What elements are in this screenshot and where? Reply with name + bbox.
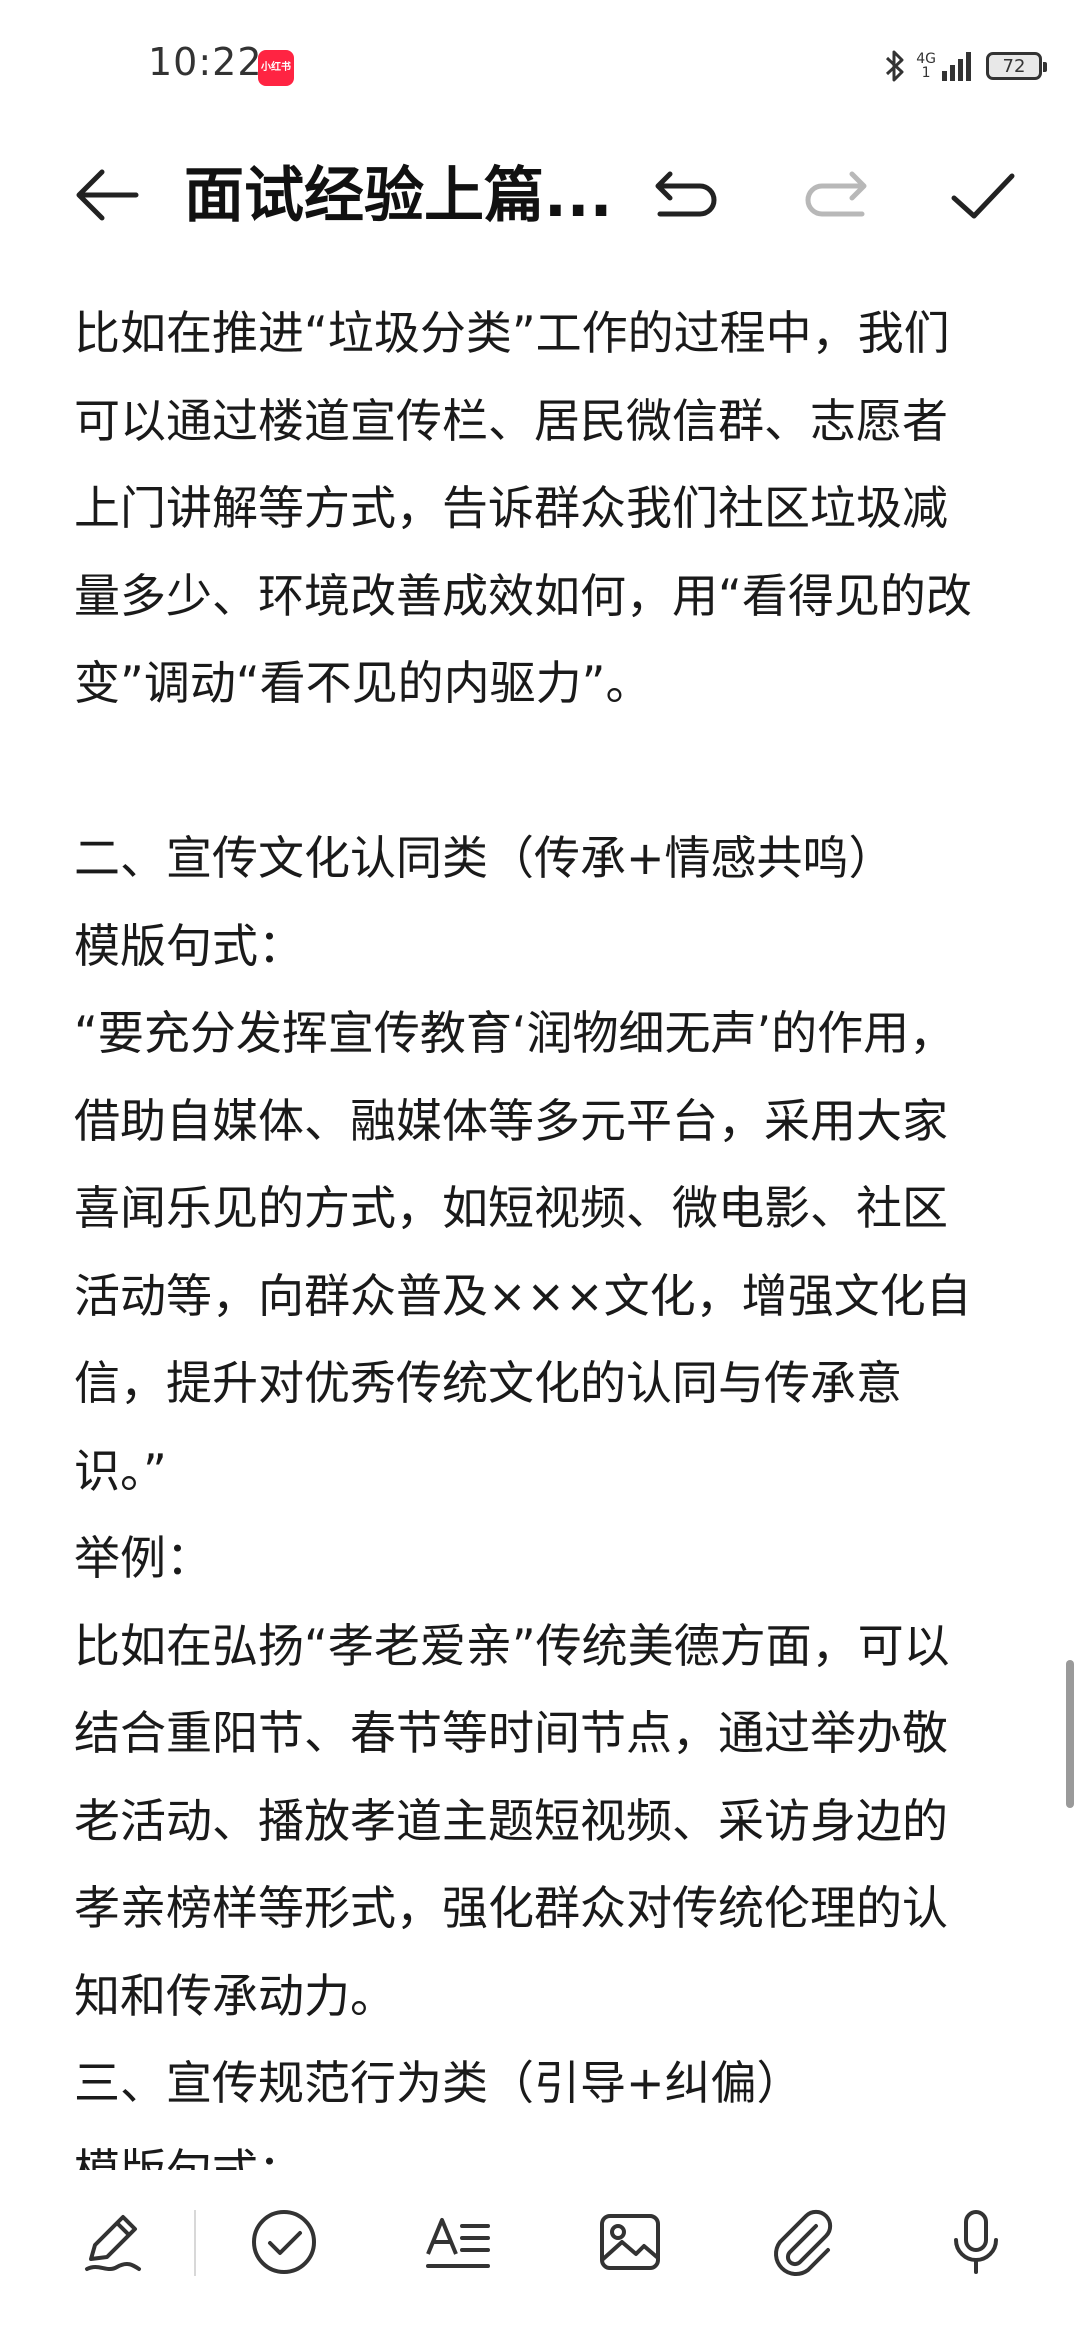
pen-icon: [85, 2215, 141, 2271]
text-line: 结合重阳节、春节等时间节点，通过举办敬: [74, 1706, 948, 1760]
text-line: 可以通过楼道宣传栏、居民微信群、志愿者: [74, 393, 948, 448]
battery-icon: 72: [986, 52, 1047, 80]
title-bar: 面试经验上篇...: [0, 130, 1080, 260]
redo-icon: [805, 171, 867, 217]
text-line: 老活动、播放孝道主题短视频、采访身边的: [74, 1793, 948, 1848]
check-icon: [951, 173, 1015, 219]
text-line: 孝亲榜样等形式，强化群众对传统伦理的认: [74, 1881, 948, 1935]
attachment-icon: [774, 2209, 833, 2276]
network-sim: 1: [921, 65, 931, 81]
network-indicator: 4G 1: [916, 52, 936, 80]
text-line: 举例：: [74, 1531, 212, 1585]
text-line: 信，提升对优秀传统文化的认同与传承意: [74, 1356, 902, 1410]
text-line: 借助自媒体、融媒体等多元平台，采用大家: [74, 1093, 948, 1148]
text-line: 比如在弘扬“孝老爱亲”传统美德方面，可以: [74, 1618, 950, 1673]
text-line: 三、宣传规范行为类（引导+纠偏）: [74, 2056, 803, 2110]
save-check-button[interactable]: [946, 160, 1018, 232]
undo-icon: [655, 171, 717, 217]
bluetooth-icon: [884, 48, 906, 84]
redo-button[interactable]: [798, 164, 872, 228]
scrollbar-thumb[interactable]: [1066, 1660, 1074, 1808]
text-line: 模版句式：: [74, 918, 304, 973]
text-line: 模版句式：: [74, 2128, 1034, 2171]
back-button[interactable]: [72, 160, 142, 230]
attachment-button[interactable]: [762, 2202, 842, 2282]
status-time: 10:22: [148, 40, 263, 84]
text-line: “要充分发挥宣传教育‘润物细无声’的作用，: [74, 1006, 956, 1060]
note-body[interactable]: 比如在推进“垃圾分类”工作的过程中，我们 可以通过楼道宣传栏、居民微信群、志愿者上…: [74, 290, 1034, 2170]
bottom-toolbar: [0, 2170, 1080, 2340]
xiaohongshu-notification-icon: 小红书: [258, 50, 294, 86]
image-icon: [600, 2214, 660, 2270]
text-line: 识。”: [74, 1443, 167, 1498]
note-title[interactable]: 面试经验上篇...: [184, 158, 624, 234]
voice-input-button[interactable]: [936, 2202, 1016, 2282]
text-line: 比如在推进“垃圾分类”工作的过程中，我们: [74, 306, 950, 360]
text-format-icon: [426, 2218, 490, 2268]
undo-button[interactable]: [650, 164, 724, 228]
network-type: 4G: [916, 51, 936, 67]
text-line: 量多少、环境改善成效如何，用“看得见的改: [74, 568, 972, 623]
battery-level: 72: [1002, 55, 1026, 77]
insert-image-button[interactable]: [590, 2202, 670, 2282]
checklist-button[interactable]: [244, 2202, 324, 2282]
text-format-button[interactable]: [418, 2202, 498, 2282]
status-bar: 10:22 小红书 4G 1 72: [0, 0, 1080, 130]
text-line: 变”调动“看不见的内驱力”。: [74, 656, 652, 710]
arrow-left-icon: [76, 169, 139, 221]
handwriting-button[interactable]: [72, 2202, 152, 2282]
toolbar-divider: [194, 2210, 196, 2276]
text-line: 上门讲解等方式，告诉群众我们社区垃圾减: [74, 481, 948, 535]
text-line: 二、宣传文化认同类（传承+情感共鸣）: [74, 831, 895, 885]
microphone-icon: [954, 2210, 998, 2274]
text-line: 活动等，向群众普及×××文化，增强文化自: [74, 1268, 972, 1323]
signal-strength-icon: [942, 51, 976, 81]
status-icons: 4G 1 72: [884, 44, 1047, 88]
text-line: 知和传承动力。: [74, 1968, 396, 2023]
text-line: 喜闻乐见的方式，如短视频、微电影、社区: [74, 1181, 948, 1235]
checklist-icon: [252, 2210, 316, 2274]
